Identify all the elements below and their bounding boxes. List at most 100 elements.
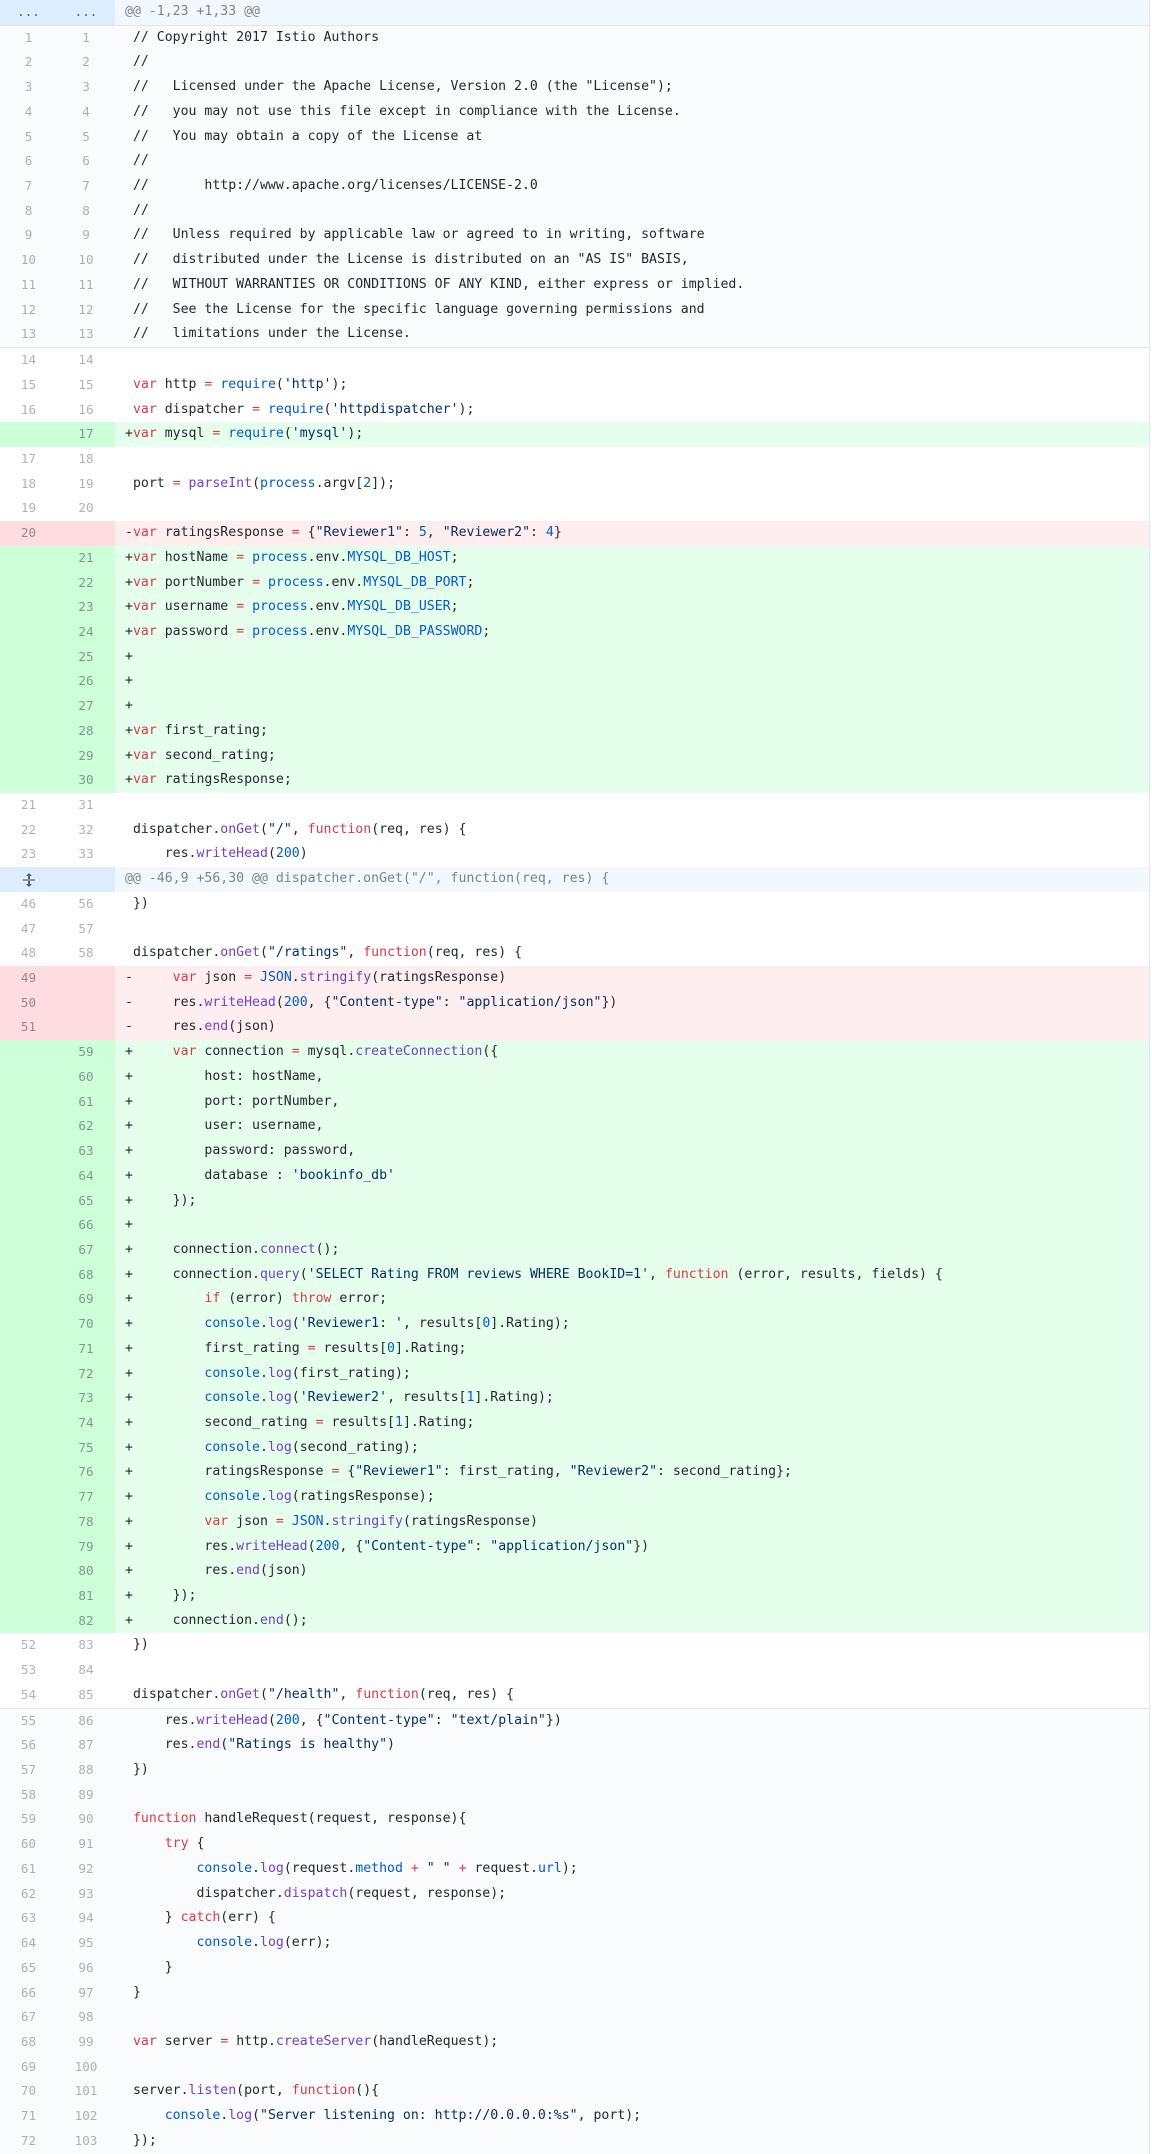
- new-line-number[interactable]: 28: [57, 718, 115, 744]
- old-line-number[interactable]: 70: [0, 2079, 57, 2104]
- new-line-number[interactable]: 95: [57, 1931, 115, 1956]
- old-line-number[interactable]: 63: [0, 1906, 57, 1931]
- new-line-number[interactable]: 99: [57, 2030, 115, 2055]
- old-line-number[interactable]: 65: [0, 1956, 57, 1981]
- old-line-number[interactable]: 10: [0, 248, 57, 273]
- old-line-number[interactable]: 72: [0, 2129, 57, 2154]
- new-line-number[interactable]: 23: [57, 595, 115, 620]
- new-line-number[interactable]: 68: [57, 1262, 115, 1288]
- new-line-number[interactable]: 19: [57, 472, 115, 497]
- new-line-number[interactable]: 17: [57, 422, 115, 447]
- new-line-number[interactable]: 61: [57, 1089, 115, 1115]
- new-line-number[interactable]: 33: [57, 842, 115, 867]
- new-line-number[interactable]: 100: [57, 2055, 115, 2080]
- new-line-number[interactable]: 66: [57, 1213, 115, 1238]
- new-line-number[interactable]: 18: [57, 447, 115, 472]
- old-line-number[interactable]: 54: [0, 1683, 57, 1708]
- old-line-number[interactable]: [0, 743, 57, 769]
- old-line-number[interactable]: 69: [0, 2055, 57, 2080]
- old-line-number[interactable]: 9: [0, 223, 57, 248]
- old-line-number[interactable]: [0, 1509, 57, 1535]
- new-line-number[interactable]: 32: [57, 818, 115, 843]
- old-line-number[interactable]: 56: [0, 1733, 57, 1758]
- old-line-number[interactable]: 18: [0, 472, 57, 497]
- old-line-number[interactable]: 47: [0, 917, 57, 942]
- new-line-number[interactable]: 89: [57, 1783, 115, 1808]
- new-line-number[interactable]: 25: [57, 644, 115, 670]
- old-line-number[interactable]: [0, 1287, 57, 1313]
- old-line-number[interactable]: 17: [0, 447, 57, 472]
- expand-up-button[interactable]: ...: [0, 0, 57, 25]
- new-line-number[interactable]: 71: [57, 1336, 115, 1362]
- new-line-number[interactable]: [57, 1015, 115, 1041]
- new-line-number[interactable]: 60: [57, 1064, 115, 1090]
- new-line-number[interactable]: 64: [57, 1163, 115, 1189]
- old-line-number[interactable]: [0, 1188, 57, 1214]
- new-line-number[interactable]: 75: [57, 1435, 115, 1461]
- new-line-number[interactable]: 79: [57, 1534, 115, 1560]
- new-line-number[interactable]: [57, 990, 115, 1016]
- old-line-number[interactable]: 14: [0, 348, 57, 373]
- old-line-number[interactable]: 59: [0, 1807, 57, 1832]
- old-line-number[interactable]: [0, 570, 57, 596]
- old-line-number[interactable]: [0, 1139, 57, 1164]
- new-line-number[interactable]: 7: [57, 174, 115, 199]
- new-line-number[interactable]: 14: [57, 348, 115, 373]
- old-line-number[interactable]: 61: [0, 1857, 57, 1882]
- new-line-number[interactable]: 15: [57, 373, 115, 398]
- new-line-number[interactable]: [57, 966, 115, 991]
- old-line-number[interactable]: [0, 1064, 57, 1090]
- old-line-number[interactable]: [0, 1608, 57, 1634]
- new-line-number[interactable]: 84: [57, 1658, 115, 1683]
- new-line-number[interactable]: 29: [57, 743, 115, 769]
- old-line-number[interactable]: [0, 669, 57, 695]
- new-line-number[interactable]: 63: [57, 1139, 115, 1164]
- new-line-number[interactable]: 27: [57, 694, 115, 719]
- old-line-number[interactable]: [0, 644, 57, 670]
- new-line-number[interactable]: 88: [57, 1758, 115, 1783]
- new-line-number[interactable]: 83: [57, 1633, 115, 1658]
- old-line-number[interactable]: 7: [0, 174, 57, 199]
- new-line-number[interactable]: 5: [57, 125, 115, 150]
- old-line-number[interactable]: [0, 1237, 57, 1263]
- old-line-number[interactable]: [0, 1361, 57, 1387]
- old-line-number[interactable]: [0, 694, 57, 719]
- old-line-number[interactable]: 46: [0, 892, 57, 917]
- new-line-number[interactable]: 21: [57, 545, 115, 571]
- expand-up-button[interactable]: ...: [57, 0, 115, 25]
- new-line-number[interactable]: 58: [57, 941, 115, 966]
- old-line-number[interactable]: [0, 1485, 57, 1510]
- old-line-number[interactable]: 57: [0, 1758, 57, 1783]
- new-line-number[interactable]: 101: [57, 2079, 115, 2104]
- new-line-number[interactable]: 10: [57, 248, 115, 273]
- new-line-number[interactable]: 11: [57, 273, 115, 298]
- new-line-number[interactable]: 73: [57, 1386, 115, 1411]
- old-line-number[interactable]: 21: [0, 793, 57, 818]
- new-line-number[interactable]: 70: [57, 1312, 115, 1337]
- new-line-number[interactable]: 59: [57, 1040, 115, 1065]
- old-line-number[interactable]: [0, 1435, 57, 1461]
- old-line-number[interactable]: 16: [0, 398, 57, 423]
- new-line-number[interactable]: [57, 521, 115, 546]
- new-line-number[interactable]: 96: [57, 1956, 115, 1981]
- new-line-number[interactable]: 62: [57, 1114, 115, 1140]
- old-line-number[interactable]: [0, 1584, 57, 1609]
- old-line-number[interactable]: [0, 768, 57, 793]
- old-line-number[interactable]: 12: [0, 298, 57, 323]
- new-line-number[interactable]: 22: [57, 570, 115, 596]
- new-line-number[interactable]: 24: [57, 619, 115, 645]
- new-line-number[interactable]: 69: [57, 1287, 115, 1313]
- old-line-number[interactable]: [0, 1534, 57, 1560]
- new-line-number[interactable]: 86: [57, 1709, 115, 1734]
- new-line-number[interactable]: 74: [57, 1410, 115, 1436]
- new-line-number[interactable]: 91: [57, 1832, 115, 1857]
- old-line-number[interactable]: 58: [0, 1783, 57, 1808]
- old-line-number[interactable]: 53: [0, 1658, 57, 1683]
- old-line-number[interactable]: [0, 1213, 57, 1238]
- old-line-number[interactable]: 4: [0, 100, 57, 125]
- old-line-number[interactable]: [0, 1312, 57, 1337]
- new-line-number[interactable]: 103: [57, 2129, 115, 2154]
- new-line-number[interactable]: 31: [57, 793, 115, 818]
- new-line-number[interactable]: 6: [57, 149, 115, 174]
- old-line-number[interactable]: 66: [0, 1981, 57, 2006]
